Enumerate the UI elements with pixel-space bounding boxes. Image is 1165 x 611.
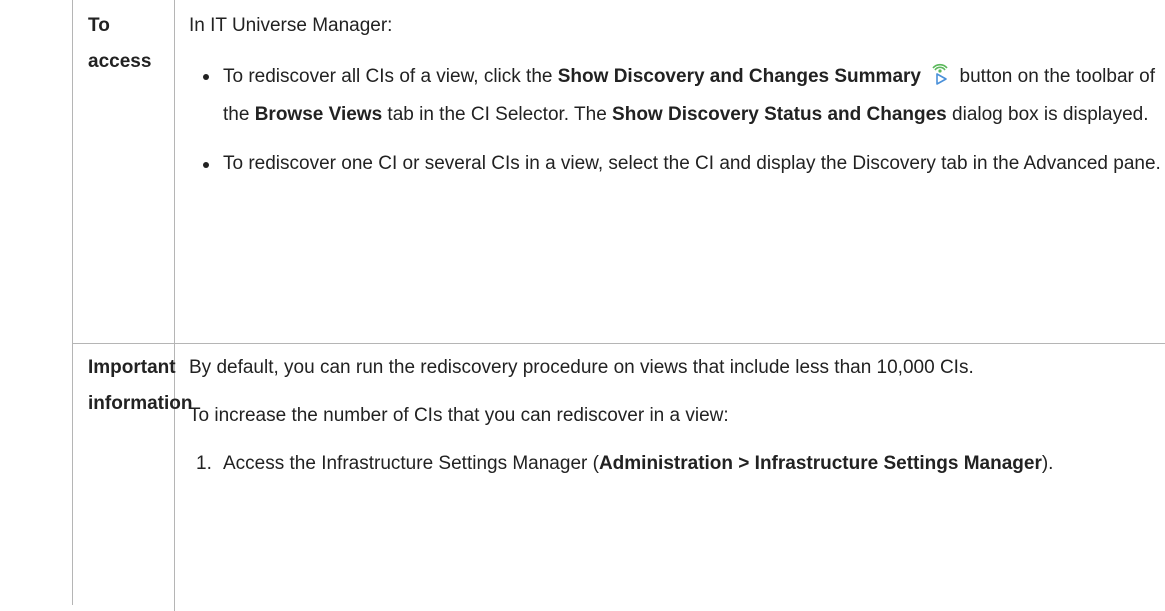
step-item: 1. Access the Infrastructure Settings Ma… xyxy=(189,446,1164,482)
table-row-important-information: Important information By default, you ca… xyxy=(73,344,1165,611)
ui-term: Show Discovery Status and Changes xyxy=(612,104,947,125)
steps-list: 1. Access the Infrastructure Settings Ma… xyxy=(189,446,1164,482)
row-label-to-access: To access xyxy=(73,0,175,351)
table-row-to-access: To access In IT Universe Manager: To red… xyxy=(73,0,1165,351)
ui-term: Show Discovery and Changes Summary xyxy=(557,66,921,87)
ui-term: Browse Views xyxy=(254,104,383,125)
bullet-rediscover-one: To rediscover one CI or several CIs in a… xyxy=(189,146,1164,182)
row-content-to-access: In IT Universe Manager: To rediscover al… xyxy=(175,0,1164,182)
step-number: 1. xyxy=(196,453,212,474)
row-content-important-information: By default, you can run the rediscovery … xyxy=(175,344,1164,482)
bullet-rediscover-all: To rediscover all CIs of a view, click t… xyxy=(189,58,1164,134)
intro-text: In IT Universe Manager: xyxy=(189,15,393,36)
ui-term: Administration > Infrastructure Settings… xyxy=(598,453,1042,474)
discovery-changes-icon xyxy=(930,61,950,85)
row-label-important-information: Important information xyxy=(73,344,193,611)
access-bullets: To rediscover all CIs of a view, click t… xyxy=(189,58,1164,182)
default-limit-text: By default, you can run the rediscovery … xyxy=(189,357,974,378)
increase-intro-text: To increase the number of CIs that you c… xyxy=(189,405,729,426)
info-table: To access In IT Universe Manager: To red… xyxy=(72,0,1165,611)
